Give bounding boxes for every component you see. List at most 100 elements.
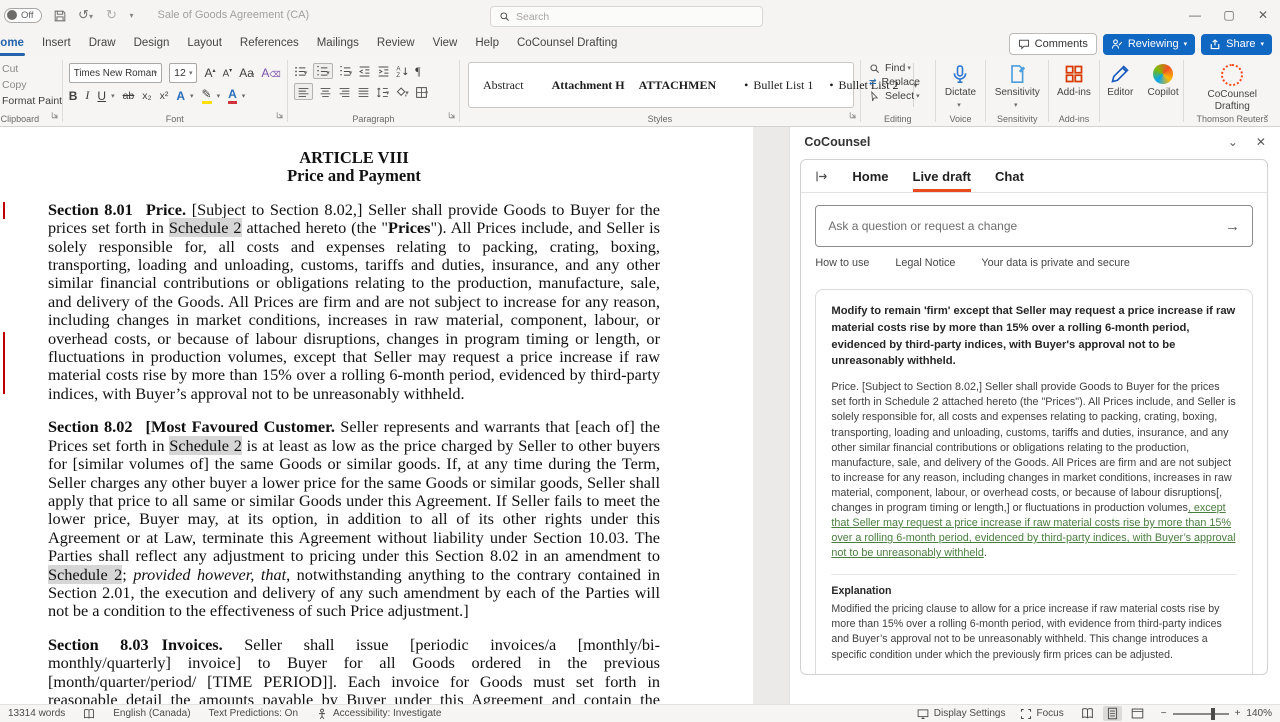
align-center-button[interactable] [319, 84, 332, 98]
sort-button[interactable] [396, 64, 409, 78]
zoom-slider-thumb[interactable] [1211, 708, 1215, 720]
tab-draw[interactable]: Draw [80, 30, 125, 56]
quick-access-more-icon[interactable]: ▾ [130, 11, 134, 20]
ask-question-input[interactable]: Ask a question or request a change → [815, 205, 1253, 247]
focus-button[interactable]: Focus [1020, 708, 1064, 720]
panel-tab-chat[interactable]: Chat [995, 160, 1024, 192]
accessibility-status[interactable]: Accessibility: Investigate [316, 708, 441, 720]
justify-button[interactable] [357, 84, 370, 98]
how-to-use-link[interactable]: How to use [815, 257, 869, 269]
subscript-button[interactable]: x₂ [142, 90, 151, 102]
show-formatting-marks-button[interactable]: ¶ [415, 64, 420, 79]
cut-button[interactable]: Cut [0, 61, 62, 77]
tab-mailings[interactable]: Mailings [308, 30, 368, 56]
shading-button[interactable]: ▾ [395, 84, 409, 98]
close-button[interactable]: ✕ [1246, 0, 1280, 30]
panel-collapse-chevron-icon[interactable]: ⌄ [1228, 135, 1238, 149]
document-canvas[interactable]: ARTICLE VIII Price and Payment Section 8… [0, 127, 789, 705]
panel-close-icon[interactable]: ✕ [1256, 135, 1266, 149]
focus-icon [1020, 708, 1032, 720]
font-family-combo[interactable]: Times New Roman▾ [69, 63, 162, 83]
zoom-in-button[interactable]: + [1235, 708, 1241, 719]
panel-tab-home[interactable]: Home [852, 160, 888, 192]
tab-help[interactable]: Help [466, 30, 508, 56]
reviewing-button[interactable]: Reviewing▾ [1103, 34, 1195, 55]
decrease-indent-button[interactable] [358, 64, 371, 78]
select-button[interactable]: Select▾ [861, 89, 935, 103]
paragraph-group: ▾ ▾ ▾ ¶ ▾ ▾ ▾ Paragraph [288, 56, 459, 126]
increase-indent-button[interactable] [377, 64, 390, 78]
maximize-button[interactable]: ▢ [1212, 0, 1246, 30]
multilevel-list-button[interactable]: ▾ [339, 64, 353, 78]
style-abstract[interactable]: Abstract [469, 78, 538, 93]
paragraph-dialog-launcher-icon[interactable] [448, 106, 456, 124]
panel-tab-live-draft[interactable]: Live draft [913, 160, 972, 192]
autosave-toggle[interactable]: Off [4, 8, 42, 23]
collapse-ribbon-icon[interactable]: ⌄ [1262, 109, 1270, 120]
panel-expand-icon[interactable] [815, 170, 828, 183]
replace-button[interactable]: ⇄Replace [861, 75, 935, 89]
shrink-font-button[interactable]: A▾ [223, 67, 233, 79]
grow-font-button[interactable]: A▴ [204, 66, 215, 80]
search-input[interactable]: Search [490, 6, 763, 27]
italic-button[interactable]: I [85, 88, 89, 103]
numbering-button[interactable]: ▾ [313, 63, 333, 79]
tab-view[interactable]: View [424, 30, 467, 56]
zoom-slider[interactable] [1173, 713, 1229, 715]
bullets-button[interactable]: ▾ [294, 64, 308, 78]
web-layout-button[interactable] [1128, 706, 1147, 721]
save-icon[interactable] [52, 7, 68, 23]
tab-design[interactable]: Design [125, 30, 179, 56]
legal-notice-link[interactable]: Legal Notice [895, 257, 955, 269]
bullet-icon: • [744, 78, 748, 92]
copilot-button[interactable]: Copilot [1143, 61, 1184, 126]
tab-references[interactable]: References [231, 30, 308, 56]
zoom-level[interactable]: 140% [1246, 708, 1272, 719]
tab-layout[interactable]: Layout [178, 30, 231, 56]
minimize-button[interactable]: — [1178, 0, 1212, 30]
redo-icon[interactable]: ↻ [104, 7, 120, 23]
proofing-status-icon[interactable] [83, 708, 95, 720]
comments-button[interactable]: Comments [1009, 33, 1097, 55]
print-layout-button[interactable] [1103, 706, 1122, 721]
share-button[interactable]: Share▾ [1201, 34, 1272, 55]
document-page[interactable]: ARTICLE VIII Price and Payment Section 8… [0, 127, 753, 705]
font-color-button[interactable]: A [228, 87, 237, 104]
submit-arrow-icon[interactable]: → [1225, 218, 1240, 235]
display-settings-button[interactable]: Display Settings [917, 708, 1006, 720]
language-status[interactable]: English (Canada) [113, 708, 190, 719]
read-mode-button[interactable] [1078, 706, 1097, 721]
font-dialog-launcher-icon[interactable] [276, 106, 284, 124]
styles-dialog-launcher-icon[interactable] [849, 106, 857, 124]
text-effects-button[interactable]: A [176, 89, 185, 103]
text-predictions-status[interactable]: Text Predictions: On [209, 708, 298, 719]
tab-home[interactable]: Home [0, 30, 33, 56]
change-case-button[interactable]: Aa▾ [239, 66, 254, 80]
tab-insert[interactable]: Insert [33, 30, 80, 56]
section-8-02-paragraph: Section 8.02[Most Favoured Customer. Sel… [48, 418, 660, 620]
underline-button[interactable]: U [97, 89, 106, 103]
style-bullet-list-1[interactable]: •Bullet List 1 [730, 78, 827, 93]
style-attachment-heading[interactable]: Attachment H [538, 78, 639, 93]
style-attachment-caps[interactable]: ATTACHMEN [639, 78, 731, 93]
copy-button[interactable]: Copy [0, 77, 62, 93]
line-spacing-button[interactable]: ▾ [376, 84, 390, 98]
editor-button[interactable]: Editor [1100, 61, 1141, 126]
clipboard-dialog-launcher-icon[interactable] [51, 106, 59, 124]
align-left-button[interactable] [294, 83, 313, 99]
search-icon [869, 63, 880, 74]
zoom-out-button[interactable]: − [1161, 708, 1167, 719]
word-count[interactable]: 13314 words [8, 708, 65, 719]
superscript-button[interactable]: x² [160, 90, 169, 102]
strikethrough-button[interactable]: ab [123, 90, 135, 102]
clear-formatting-button[interactable]: A⌫ [261, 66, 280, 80]
font-size-combo[interactable]: 12▾ [169, 63, 197, 83]
bold-button[interactable]: B [69, 89, 78, 103]
borders-button[interactable]: ▾ [415, 84, 429, 98]
undo-icon[interactable]: ↺▾ [78, 7, 94, 23]
highlight-color-button[interactable]: ✎ [202, 87, 212, 104]
tab-review[interactable]: Review [368, 30, 424, 56]
find-button[interactable]: Find▾ [861, 61, 935, 75]
align-right-button[interactable] [338, 84, 351, 98]
tab-cocounsel-drafting[interactable]: CoCounsel Drafting [508, 30, 626, 56]
